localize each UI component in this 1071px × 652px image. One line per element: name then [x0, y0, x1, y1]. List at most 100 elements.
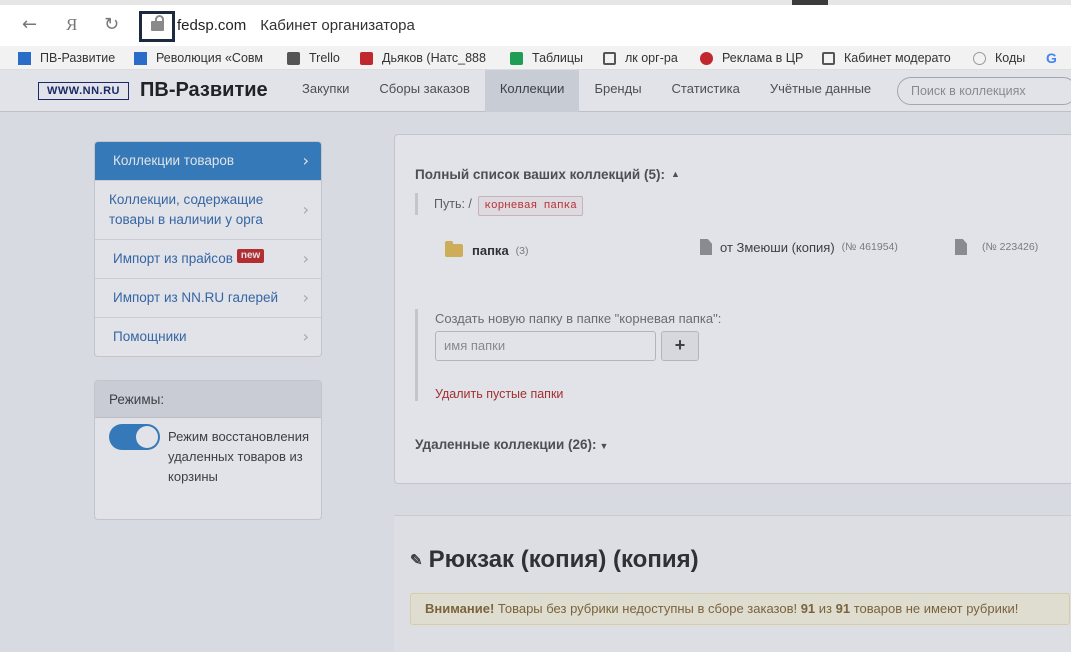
cart-icon	[822, 51, 835, 65]
bookmark-revolution[interactable]: Революция «Совм	[134, 50, 270, 66]
bookmarks-bar: ПВ-Развитие Революция «Совм Trello Дьяко…	[0, 46, 1071, 70]
bookmark-label: ПВ-Развитие	[40, 51, 116, 65]
toggle-knob	[136, 426, 158, 448]
collections-panel: Полный список ваших коллекций (5): ▲ Путь…	[394, 134, 1071, 484]
bookmark-moderator[interactable]: Кабинет модерато	[822, 50, 958, 66]
bookmark-lk-org[interactable]: лк орг-ра	[603, 50, 691, 66]
collection-title-text: Рюкзак (копия) (копия)	[428, 546, 699, 573]
modes-panel: Режимы: Режим восстановления удаленных т…	[94, 380, 322, 520]
sidebar-item-label: Коллекции товаров	[113, 153, 235, 168]
modes-title: Режимы:	[95, 381, 321, 418]
deleted-collections-toggle[interactable]: Удаленные коллекции (26): ▼	[415, 437, 608, 452]
bookmark-label: Дьяков (Натс_888	[382, 51, 486, 65]
chevron-right-icon: ›	[302, 200, 309, 219]
bookmark-label: Кабинет модерато	[844, 51, 951, 65]
restore-mode-toggle[interactable]	[109, 424, 160, 450]
codes-icon	[973, 51, 986, 65]
sidebar-item-label: Импорт из NN.RU галерей	[113, 290, 279, 305]
pv-icon	[134, 51, 147, 65]
top-navigation: Закупки Сборы заказов Коллекции Бренды С…	[287, 70, 886, 112]
warning-strong: Внимание!	[425, 601, 495, 616]
folder-name-input[interactable]: имя папки	[435, 331, 656, 361]
bookmark-sheets[interactable]: Таблицы	[510, 50, 590, 66]
sidebar-item-label: Помощники	[113, 329, 187, 344]
lock-icon	[151, 21, 164, 31]
nav-item-account[interactable]: Учётные данные	[755, 70, 886, 112]
url-domain: fedsp.com	[177, 17, 247, 34]
google-icon[interactable]: G	[1046, 50, 1066, 66]
yandex-icon[interactable]: Я	[66, 15, 77, 35]
warning-text: Товары без рубрики недоступны в сборе за…	[494, 601, 801, 616]
sidebar-item-label: Коллекции, содержащие товары в наличии у…	[109, 192, 264, 227]
nav-item-collections[interactable]: Коллекции	[484, 70, 580, 112]
bookmark-label: лк орг-ра	[625, 51, 678, 65]
collections-title-text: Полный список ваших коллекций (5):	[415, 167, 665, 182]
delete-empty-folders-link[interactable]: Удалить пустые папки	[435, 387, 563, 401]
nav-item-orders[interactable]: Сборы заказов	[364, 70, 484, 112]
sidebar-item-collections[interactable]: Коллекции товаров ›	[95, 142, 321, 180]
collection-number: (№ 461954)	[841, 241, 898, 253]
folder-count: (3)	[515, 244, 529, 257]
trello-icon	[287, 51, 300, 65]
nn-ru-logo[interactable]: WWW.NN.RU	[38, 82, 129, 100]
sidebar-item-helpers[interactable]: Помощники ›	[95, 317, 321, 356]
caret-down-icon: ▼	[599, 441, 609, 451]
restore-mode-label: Режим восстановления удаленных товаров и…	[168, 429, 310, 484]
bookmark-label: Реклама в ЦР	[722, 51, 804, 65]
collections-list-title[interactable]: Полный список ваших коллекций (5): ▲	[415, 167, 680, 182]
site-content: WWW.NN.RU ПВ-Развитие Закупки Сборы зака…	[0, 70, 1071, 652]
sidebar-menu: Коллекции товаров › Коллекции, содержащи…	[94, 141, 322, 357]
site-security-icon[interactable]	[139, 11, 175, 42]
new-badge: new	[236, 249, 265, 263]
chevron-right-icon: ›	[302, 327, 309, 346]
collection-item-223426[interactable]: (№ 223426)	[955, 239, 1038, 255]
bookmark-label: Таблицы	[532, 51, 584, 65]
d-icon	[360, 51, 373, 65]
bookmark-reklama[interactable]: Реклама в ЦР	[700, 50, 812, 66]
star-icon	[700, 51, 713, 65]
sidebar-item-in-stock[interactable]: Коллекции, содержащие товары в наличии у…	[95, 180, 321, 239]
path-label: Путь: /	[434, 197, 472, 211]
collection-title: ✎ Рюкзак (копия) (копия)	[410, 546, 699, 574]
brand-title[interactable]: ПВ-Развитие	[140, 79, 268, 102]
pv-icon	[18, 51, 31, 65]
bookmark-label: Trello	[309, 51, 340, 65]
sheets-icon	[510, 51, 523, 65]
sidebar-item-label: Импорт из прайсов	[113, 251, 233, 266]
document-icon	[700, 239, 712, 255]
url-field[interactable]: fedsp.com Кабинет организатора	[177, 17, 415, 34]
bookmark-trello[interactable]: Trello	[287, 50, 357, 66]
nav-item-purchases[interactable]: Закупки	[287, 70, 364, 112]
address-bar: ← Я ↻ fedsp.com Кабинет организатора	[0, 5, 1071, 46]
bookmark-label: Революция «Совм	[156, 51, 263, 65]
chevron-right-icon: ›	[302, 249, 309, 268]
folder-item[interactable]: папка (3)	[445, 241, 529, 258]
reload-icon[interactable]: ↻	[104, 15, 119, 35]
warning-count: 91	[800, 601, 816, 616]
deleted-collections-text: Удаленные коллекции (26):	[415, 437, 597, 452]
warning-text: товаров не имеют рубрики!	[850, 601, 1019, 616]
bookmark-codes[interactable]: Коды	[973, 50, 1035, 66]
collection-item-zmeyushi[interactable]: от Змеюши (копия) (№ 461954)	[700, 239, 898, 255]
nav-item-brands[interactable]: Бренды	[579, 70, 656, 112]
collection-number: (№ 223426)	[982, 241, 1039, 253]
back-icon[interactable]: ←	[22, 15, 37, 35]
add-folder-button[interactable]: +	[661, 331, 699, 361]
no-category-warning: Внимание! Товары без рубрики недоступны …	[410, 593, 1070, 625]
collection-name: от Змеюши (копия)	[720, 239, 835, 255]
collection-detail: ✎ Рюкзак (копия) (копия) Внимание! Товар…	[394, 515, 1071, 652]
cart-icon	[603, 51, 616, 65]
bookmark-pv-razvitie[interactable]: ПВ-Развитие	[18, 50, 128, 66]
caret-up-icon: ▲	[670, 169, 680, 179]
bookmark-dyakov[interactable]: Дьяков (Натс_888	[360, 50, 498, 66]
site-header: WWW.NN.RU ПВ-Развитие Закупки Сборы зака…	[0, 70, 1071, 112]
pencil-icon[interactable]: ✎	[410, 551, 423, 569]
nav-item-statistics[interactable]: Статистика	[657, 70, 755, 112]
chevron-right-icon: ›	[302, 151, 309, 170]
folder-icon	[445, 241, 463, 257]
sidebar-item-gallery-import[interactable]: Импорт из NN.RU галерей ›	[95, 278, 321, 317]
sidebar-item-price-import[interactable]: Импорт из прайсов new ›	[95, 239, 321, 278]
collection-search-input[interactable]: Поиск в коллекциях	[897, 77, 1071, 105]
root-folder-tag[interactable]: корневая папка	[478, 196, 583, 216]
warning-total: 91	[835, 601, 851, 616]
